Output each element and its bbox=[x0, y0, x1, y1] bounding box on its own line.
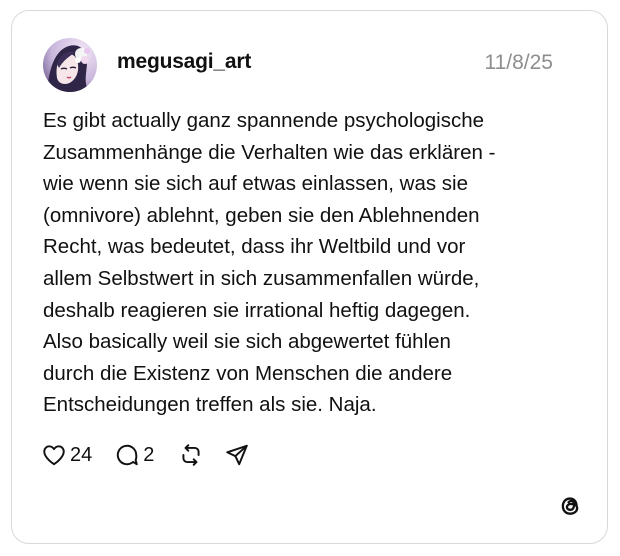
post-actions: 24 2 bbox=[41, 440, 250, 470]
post-text-line: Es gibt actually ganz spannende psycholo… bbox=[43, 109, 485, 132]
avatar[interactable] bbox=[43, 38, 97, 92]
post-text-line: allem Selbstwert in sich zusammenfallen … bbox=[43, 266, 480, 290]
username[interactable]: megusagi_art bbox=[117, 50, 251, 74]
post-date: 11/8/25 bbox=[484, 51, 553, 74]
comment-icon bbox=[114, 442, 140, 468]
reply-button[interactable]: 2 bbox=[114, 442, 154, 468]
like-button[interactable]: 24 bbox=[41, 442, 92, 468]
post-text-line: Entscheidungen treffen als sie. Naja. bbox=[43, 393, 377, 417]
post-text-line: durch die Existenz von Menschen die ande… bbox=[43, 361, 453, 385]
post-text-line: (omnivore) ablehnt, geben sie den Ablehn… bbox=[43, 203, 480, 227]
like-count: 24 bbox=[70, 443, 93, 466]
post-text-line: Also basically weil sie sich abgewertet … bbox=[43, 330, 451, 354]
repost-icon bbox=[178, 442, 204, 468]
repost-button[interactable] bbox=[178, 442, 204, 468]
post-text-line: wie wenn sie sich auf etwas einlassen, w… bbox=[43, 172, 469, 196]
post-text: Es gibt actually ganz spannende psycholo… bbox=[43, 105, 588, 421]
share-button[interactable] bbox=[224, 442, 250, 468]
heart-icon bbox=[41, 442, 67, 468]
send-icon bbox=[224, 442, 250, 468]
post-text-line: Recht, was bedeutet, dass ihr Weltbild u… bbox=[43, 235, 466, 259]
reply-count: 2 bbox=[143, 443, 155, 466]
post-card: megusagi_art 11/8/25 Es gibt actually ga… bbox=[11, 10, 608, 544]
threads-logo-icon[interactable] bbox=[556, 492, 584, 520]
post-text-line: Zusammenhänge die Verhalten wie das erkl… bbox=[43, 140, 496, 164]
post-text-line: deshalb reagieren sie irrational heftig … bbox=[43, 298, 471, 322]
